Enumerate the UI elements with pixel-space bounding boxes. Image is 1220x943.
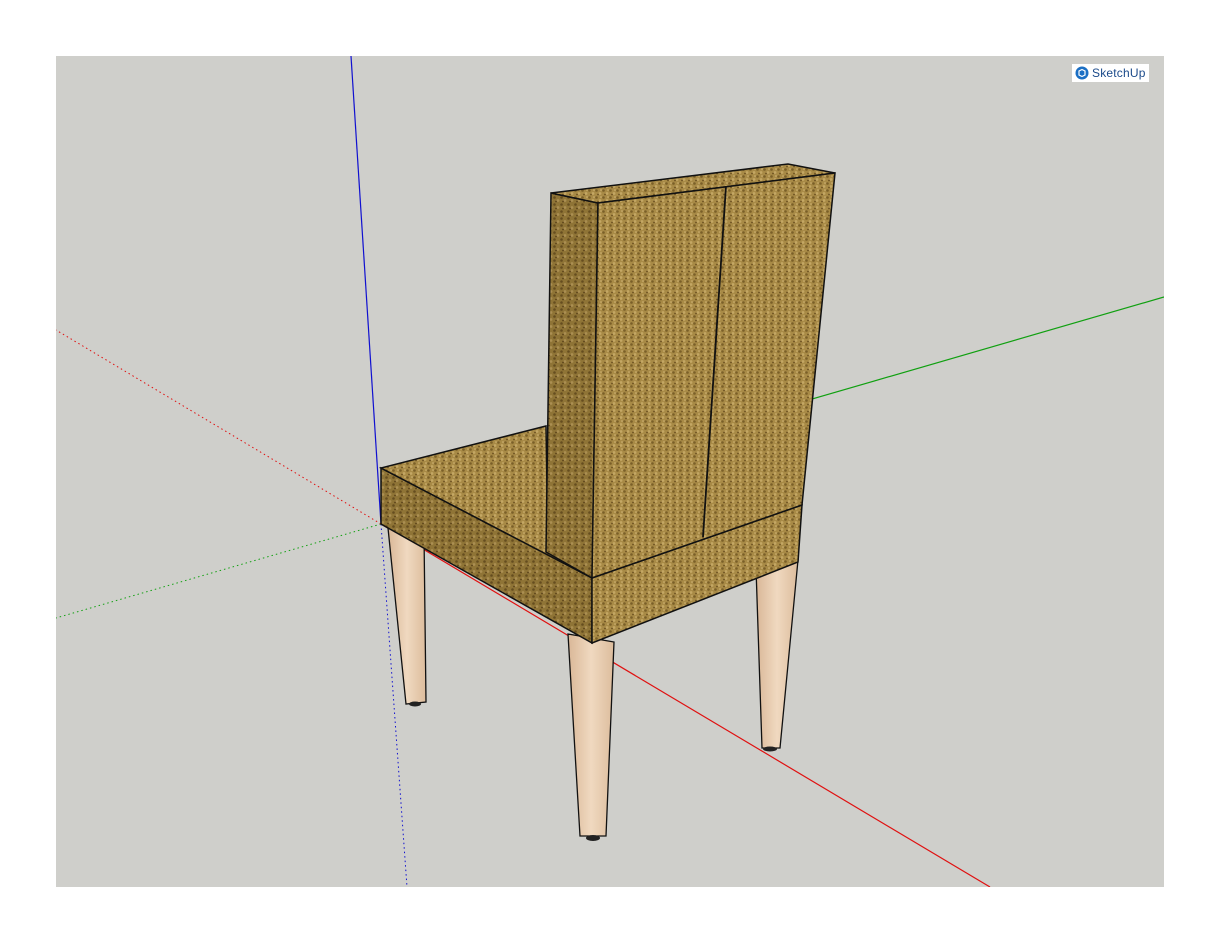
leg-foot-back-left: [409, 701, 421, 707]
scene-canvas[interactable]: [0, 0, 1220, 943]
watermark-label: SketchUp: [1092, 66, 1146, 80]
blue-axis-positive: [350, 56, 382, 525]
chair-leg-front-left[interactable]: [567, 633, 615, 837]
sketchup-logo-icon: [1075, 66, 1089, 80]
chair-leg-back-left[interactable]: [387, 527, 427, 705]
leg-foot-front-right: [763, 746, 777, 752]
sketchup-watermark: SketchUp: [1072, 64, 1149, 82]
green-axis-negative: [56, 523, 382, 619]
leg-foot-front-left: [586, 835, 600, 841]
backrest-side-face[interactable]: [545, 192, 599, 580]
chair-leg-front-right[interactable]: [755, 559, 799, 749]
red-axis-negative: [56, 329, 382, 525]
